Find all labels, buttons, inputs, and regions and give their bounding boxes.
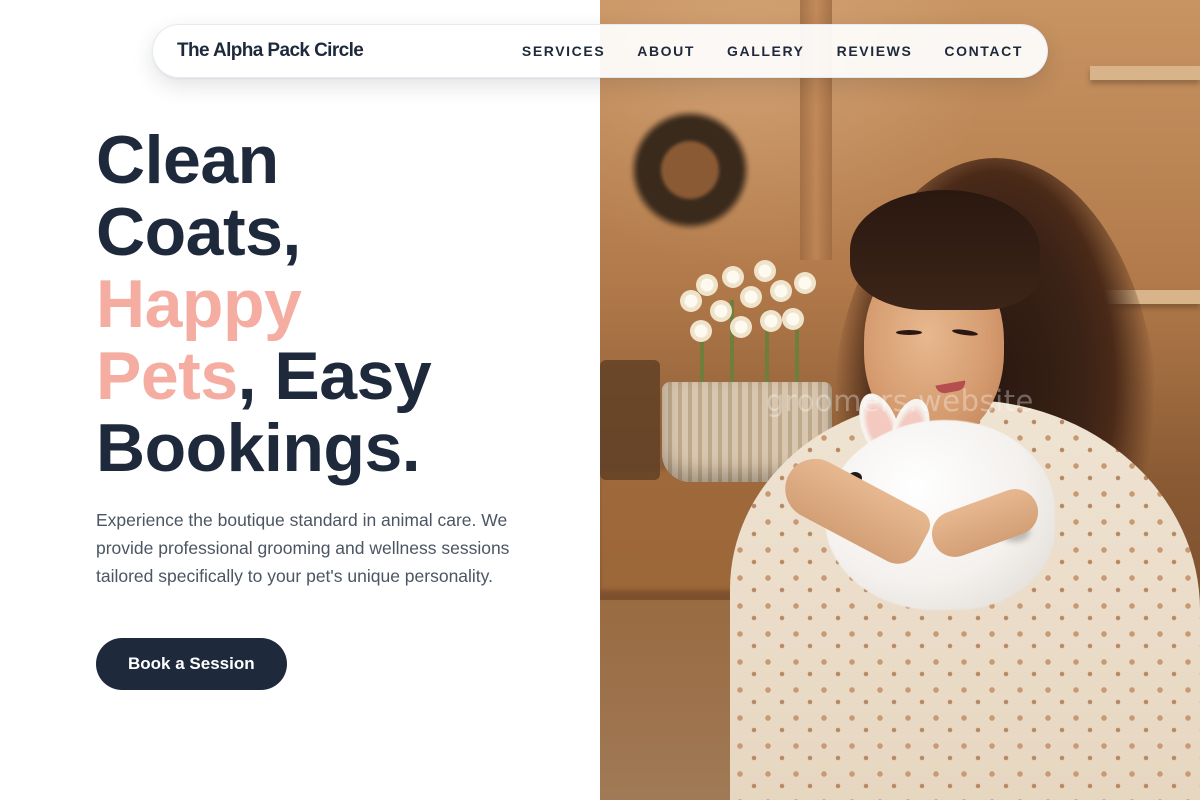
hero-title-accent: Pets <box>96 338 238 414</box>
hero-title-line: Clean <box>96 122 279 198</box>
nav-link-services[interactable]: SERVICES <box>522 43 605 59</box>
hero-title-line: Coats, <box>96 194 301 270</box>
hero-photo: groomers.website <box>600 0 1200 800</box>
image-watermark: groomers.website <box>766 384 1034 418</box>
photo-shelf <box>1090 66 1200 80</box>
hero-title-line: , Easy <box>237 338 432 414</box>
hero-title-line: Bookings. <box>96 410 421 486</box>
photo-wreath <box>630 110 750 230</box>
nav-link-gallery[interactable]: GALLERY <box>727 43 805 59</box>
photo-woman-bangs <box>850 190 1040 310</box>
nav-link-about[interactable]: ABOUT <box>637 43 695 59</box>
nav-link-contact[interactable]: CONTACT <box>944 43 1023 59</box>
photo-pot <box>600 360 660 480</box>
nav-link-reviews[interactable]: REVIEWS <box>837 43 913 59</box>
book-session-button[interactable]: Book a Session <box>96 638 287 690</box>
brand-logo[interactable]: The Alpha Pack Circle <box>177 40 364 62</box>
hero-title: Clean Coats, Happy Pets, Easy Bookings. <box>96 124 576 484</box>
top-navbar: The Alpha Pack Circle SERVICES ABOUT GAL… <box>152 24 1048 78</box>
photo-flowers <box>670 250 830 390</box>
hero-title-accent: Happy <box>96 266 302 342</box>
nav-links: SERVICES ABOUT GALLERY REVIEWS CONTACT <box>522 43 1023 59</box>
hero-description: Experience the boutique standard in anim… <box>96 510 510 586</box>
photo-woman-eye <box>896 330 922 335</box>
